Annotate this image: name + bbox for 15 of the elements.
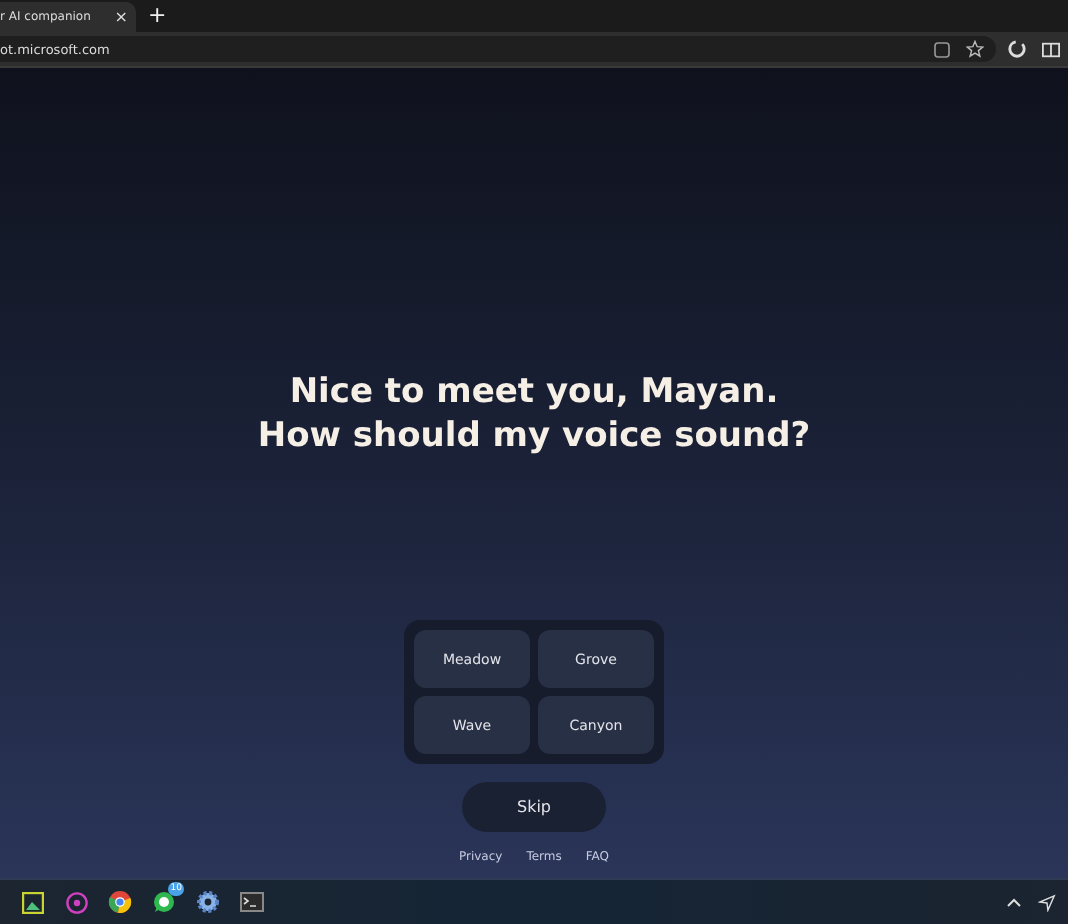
star-icon[interactable] [966, 40, 984, 58]
browser-icon [108, 890, 132, 914]
close-tab-button[interactable]: × [114, 9, 128, 25]
chat-bubble-icon [152, 890, 176, 914]
skip-button[interactable]: Skip [462, 782, 606, 832]
disc-icon [65, 891, 87, 913]
heading: Nice to meet you, Mayan. How should my voice sound? [257, 370, 811, 458]
photo-frame-icon [21, 891, 43, 913]
settings-icon [196, 890, 220, 914]
chevron-up-icon[interactable] [1006, 896, 1022, 908]
location-arrow-icon[interactable] [1038, 893, 1056, 911]
app-install-icon[interactable] [934, 41, 950, 57]
reading-view-icon[interactable] [1042, 41, 1060, 57]
terminal-icon [240, 892, 264, 912]
new-tab-button[interactable]: + [148, 2, 167, 30]
